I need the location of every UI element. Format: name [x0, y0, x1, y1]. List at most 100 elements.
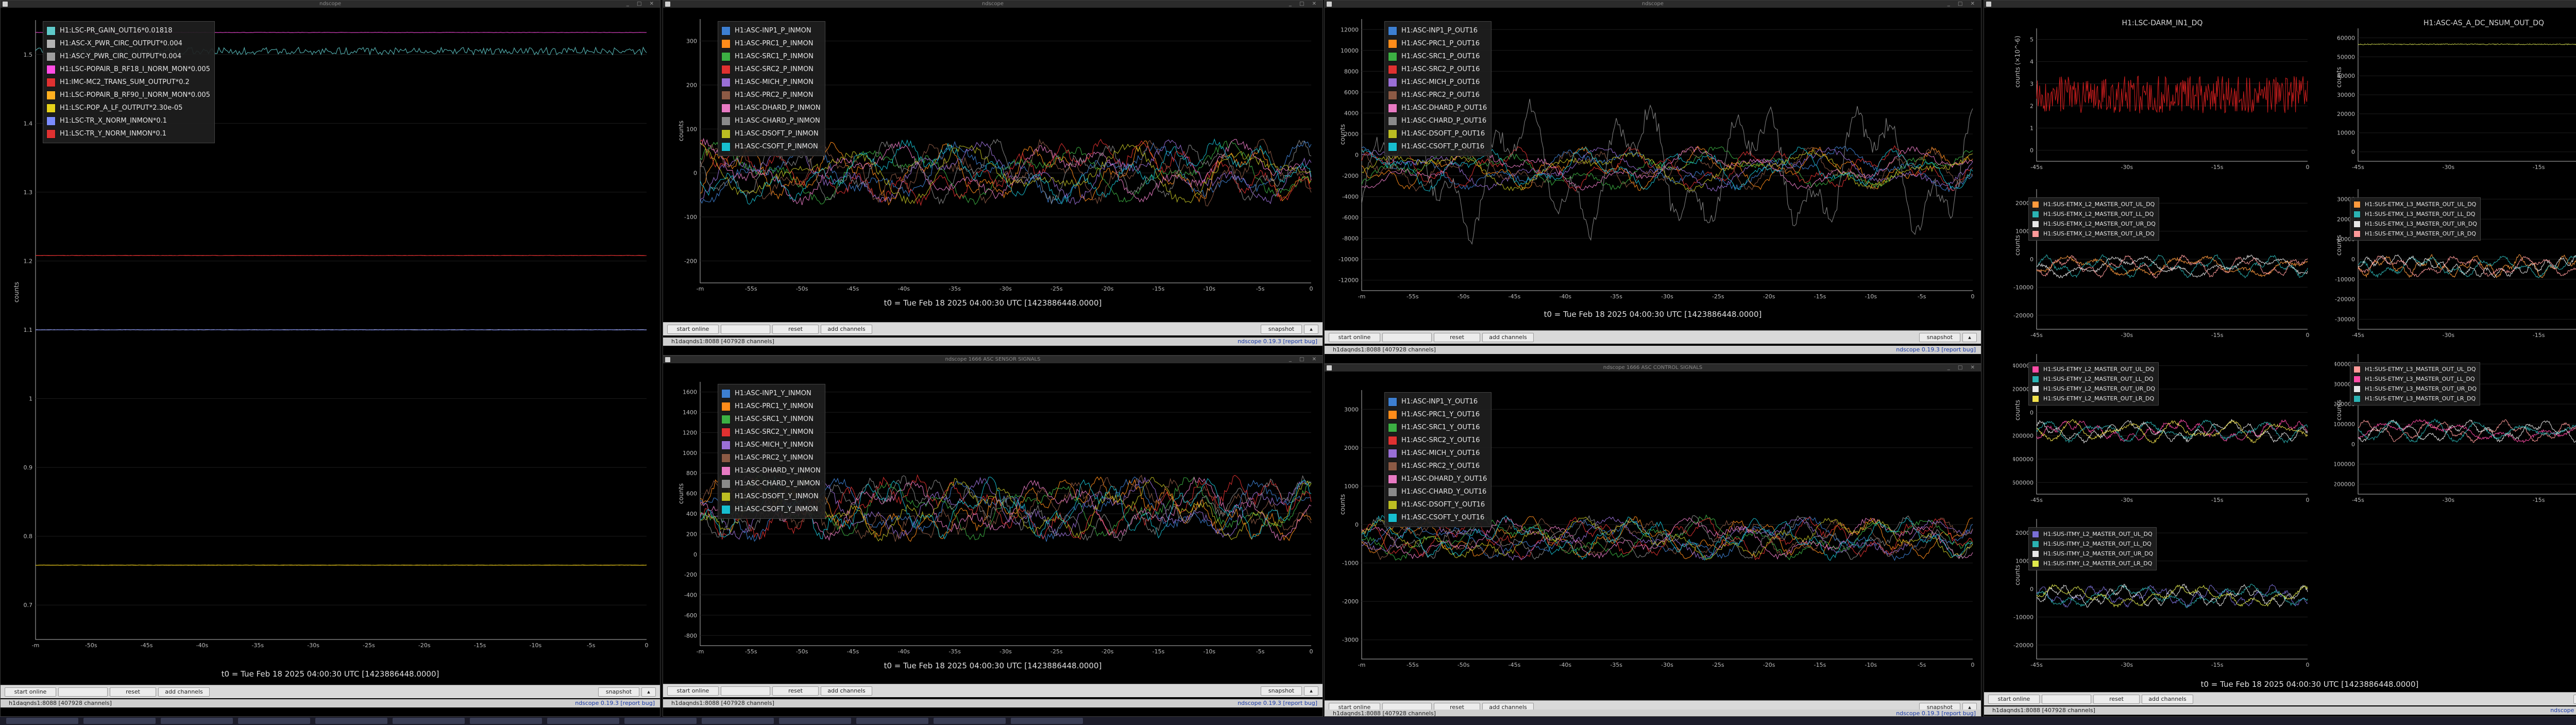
legend-item[interactable]: H1:IMC-MC2_TRANS_SUM_OUTPUT*0.2	[46, 76, 210, 89]
blank-button[interactable]	[2042, 695, 2091, 704]
legend-item[interactable]: H1:ASC-CHARD_P_OUT16	[1388, 114, 1487, 127]
report-bug-link[interactable]: ndscope 0.19.3 [report bug]	[1896, 710, 1976, 716]
legend-item[interactable]: H1:SUS-ITMY_L2_MASTER_OUT_LR_DQ	[2032, 559, 2153, 568]
snapshot-button[interactable]: snapshot	[2573, 695, 2576, 704]
legend-item[interactable]: H1:ASC-CSOFT_Y_OUT16	[1388, 511, 1487, 524]
legend-item[interactable]: H1:ASC-SRC2_P_OUT16	[1388, 63, 1487, 76]
add-channels-button[interactable]: add channels	[821, 686, 872, 696]
legend-item[interactable]: H1:ASC-PRC2_P_OUT16	[1388, 89, 1487, 102]
snapshot-button[interactable]: snapshot	[1261, 686, 1302, 696]
taskbar-item[interactable]	[1011, 718, 1083, 724]
legend-item[interactable]: H1:ASC-MICH_Y_OUT16	[1388, 447, 1487, 460]
taskbar-item[interactable]	[83, 718, 156, 724]
blank-button[interactable]	[721, 325, 770, 334]
snapshot-button[interactable]: snapshot	[1919, 333, 1960, 342]
report-bug-link[interactable]: ndscope 0.19.3 [report bug]	[575, 699, 655, 707]
start-online-button[interactable]: start online	[667, 686, 719, 696]
window-titlebar[interactable]: _ □ ✕	[1984, 1, 2576, 8]
legend-item[interactable]: H1:ASC-DHARD_P_OUT16	[1388, 102, 1487, 114]
blank-button[interactable]	[1382, 333, 1432, 342]
start-online-button[interactable]: start online	[5, 687, 56, 697]
legend-item[interactable]: H1:ASC-CHARD_P_INMON	[721, 114, 821, 127]
plot-panel[interactable]: 20000 10000 0 -10000 -20000 -45s -30s -15s 0 coun…	[2013, 186, 2312, 341]
legend-item[interactable]: H1:SUS-ETMX_L2_MASTER_OUT_LL_DQ	[2032, 209, 2156, 219]
taskbar-item[interactable]	[934, 718, 1006, 724]
window-controls[interactable]: _ □ ✕	[1289, 356, 1319, 363]
taskbar-item[interactable]	[779, 718, 851, 724]
plot-panel[interactable]: 5 4 3 2 1 0 -45s -30s -15s 0 H1:LSC-DARM_IN1_DQ cou…	[2013, 18, 2312, 173]
window-titlebar[interactable]: ndscope 1666 ASC SENSOR SIGNALS _ □ ✕	[663, 356, 1323, 363]
legend-item[interactable]: H1:SUS-ETMY_L3_MASTER_OUT_LR_DQ	[2353, 394, 2477, 403]
legend-item[interactable]: H1:SUS-ETMY_L3_MASTER_OUT_LL_DQ	[2353, 374, 2477, 384]
add-channels-button[interactable]: add channels	[1482, 333, 1534, 342]
legend-item[interactable]: H1:SUS-ETMY_L2_MASTER_OUT_LR_DQ	[2032, 394, 2155, 403]
legend-item[interactable]: H1:ASC-SRC1_Y_OUT16	[1388, 421, 1487, 434]
plot-panel[interactable]: 30000 20000 10000 0 -10000 -20000 -30000 -45s -3…	[2334, 186, 2576, 341]
legend-item[interactable]: H1:SUS-ETMX_L3_MASTER_OUT_UR_DQ	[2353, 219, 2477, 229]
taskbar-item[interactable]	[547, 718, 619, 724]
legend-item[interactable]: H1:ASC-CHARD_Y_INMON	[721, 477, 821, 490]
legend-item[interactable]: H1:SUS-ITMY_L2_MASTER_OUT_UR_DQ	[2032, 549, 2153, 559]
blank-button[interactable]	[58, 687, 108, 697]
add-channels-button[interactable]: add channels	[821, 325, 872, 334]
plot-panel[interactable]: 12000 10000 8000 6000 4000 2000 0 -2000 -4000 -60…	[1338, 16, 1977, 302]
plot-panel[interactable]: 4000003000002000001000000-100000-200000-…	[2334, 351, 2576, 505]
reset-button[interactable]: reset	[2093, 695, 2140, 704]
taskbar-item[interactable]	[238, 718, 310, 724]
legend-item[interactable]: H1:SUS-ETMY_L2_MASTER_OUT_UL_DQ	[2032, 364, 2155, 374]
reset-button[interactable]: reset	[1434, 333, 1480, 342]
legend-item[interactable]: H1:SUS-ETMY_L3_MASTER_OUT_UR_DQ	[2353, 384, 2477, 394]
legend-item[interactable]: H1:ASC-DSOFT_P_OUT16	[1388, 127, 1487, 140]
menu-arrow-icon[interactable]: ▴	[1304, 325, 1318, 334]
taskbar-item[interactable]	[856, 718, 928, 724]
legend-item[interactable]: H1:ASC-DSOFT_P_INMON	[721, 127, 821, 140]
legend-item[interactable]: H1:ASC-PRC2_Y_OUT16	[1388, 460, 1487, 473]
legend-item[interactable]: H1:ASC-CSOFT_P_OUT16	[1388, 140, 1487, 153]
reset-button[interactable]: reset	[772, 325, 819, 334]
plot-panel[interactable]: 300 200 100 0 -100 -200 -m -55s -50s -45s -40s -35s…	[676, 16, 1315, 294]
legend-item[interactable]: H1:ASC-SRC1_P_INMON	[721, 50, 821, 63]
menu-arrow-icon[interactable]: ▴	[1962, 333, 1977, 342]
legend-item[interactable]: H1:ASC-PRC1_P_OUT16	[1388, 37, 1487, 50]
legend-item[interactable]: H1:ASC-INP1_Y_OUT16	[1388, 395, 1487, 408]
plot-panel[interactable]: 3000 2000 1000 0 -1000 -2000 -3000 -m -55s -50s -4…	[1338, 387, 1977, 670]
legend-item[interactable]: H1:SUS-ETMX_L2_MASTER_OUT_UR_DQ	[2032, 219, 2156, 229]
legend-item[interactable]: H1:ASC-MICH_Y_INMON	[721, 439, 821, 451]
legend-item[interactable]: H1:ASC-X_PWR_CIRC_OUTPUT*0.004	[46, 37, 210, 50]
legend-item[interactable]: H1:ASC-DHARD_Y_OUT16	[1388, 473, 1487, 485]
legend-item[interactable]: H1:ASC-PRC1_Y_INMON	[721, 400, 821, 413]
legend-item[interactable]: H1:ASC-Y_PWR_CIRC_OUTPUT*0.004	[46, 50, 210, 63]
legend-item[interactable]: H1:ASC-INP1_Y_INMON	[721, 387, 821, 400]
legend-item[interactable]: H1:ASC-PRC1_Y_OUT16	[1388, 408, 1487, 421]
legend-item[interactable]: H1:ASC-PRC2_Y_INMON	[721, 451, 821, 464]
legend-item[interactable]: H1:ASC-INP1_P_INMON	[721, 24, 821, 37]
legend-item[interactable]: H1:ASC-INP1_P_OUT16	[1388, 24, 1487, 37]
legend-item[interactable]: H1:SUS-ETMX_L2_MASTER_OUT_LR_DQ	[2032, 229, 2156, 239]
legend-item[interactable]: H1:SUS-ETMX_L2_MASTER_OUT_UL_DQ	[2032, 199, 2156, 209]
menu-arrow-icon[interactable]: ▴	[641, 687, 656, 697]
legend-item[interactable]: H1:ASC-SRC2_Y_OUT16	[1388, 434, 1487, 447]
legend-item[interactable]: H1:LSC-POP_A_LF_OUTPUT*2.30e-05	[46, 102, 210, 114]
window-controls[interactable]: _ □ ✕	[1289, 1, 1319, 8]
window-controls[interactable]: _ □ ✕	[626, 1, 657, 8]
report-bug-link[interactable]: ndscope 0.19.3 [report bug]	[1238, 338, 1317, 346]
plot-panel[interactable]: 60000 50000 40000 30000 20000 10000 0 -45s -30s -…	[2334, 18, 2576, 173]
taskbar-item[interactable]	[470, 718, 542, 724]
taskbar-item[interactable]	[6, 718, 78, 724]
legend-item[interactable]: H1:ASC-DHARD_Y_INMON	[721, 464, 821, 477]
report-bug-link[interactable]: ndscope 0.19.3 [report bug]	[1896, 346, 1976, 354]
start-online-button[interactable]: start online	[1988, 695, 2040, 704]
legend-item[interactable]: H1:ASC-SRC1_P_OUT16	[1388, 50, 1487, 63]
legend-item[interactable]: H1:LSC-POPAIR_B_RF90_I_NORM_MON*0.005	[46, 89, 210, 102]
window-titlebar[interactable]: ndscope _ □ ✕	[663, 1, 1323, 8]
snapshot-button[interactable]: snapshot	[1261, 325, 1302, 334]
start-online-button[interactable]: start online	[1329, 333, 1380, 342]
legend-item[interactable]: H1:LSC-POPAIR_B_RF18_I_NORM_MON*0.005	[46, 63, 210, 76]
taskbar-item[interactable]	[393, 718, 465, 724]
add-channels-button[interactable]: add channels	[158, 687, 210, 697]
window-controls[interactable]: _ □ ✕	[1947, 364, 1978, 372]
taskbar-item[interactable]	[315, 718, 387, 724]
window-titlebar[interactable]: ndscope 1666 ASC CONTROL SIGNALS _ □ ✕	[1325, 364, 1981, 372]
taskbar-item[interactable]	[702, 718, 774, 724]
start-online-button[interactable]: start online	[667, 325, 719, 334]
